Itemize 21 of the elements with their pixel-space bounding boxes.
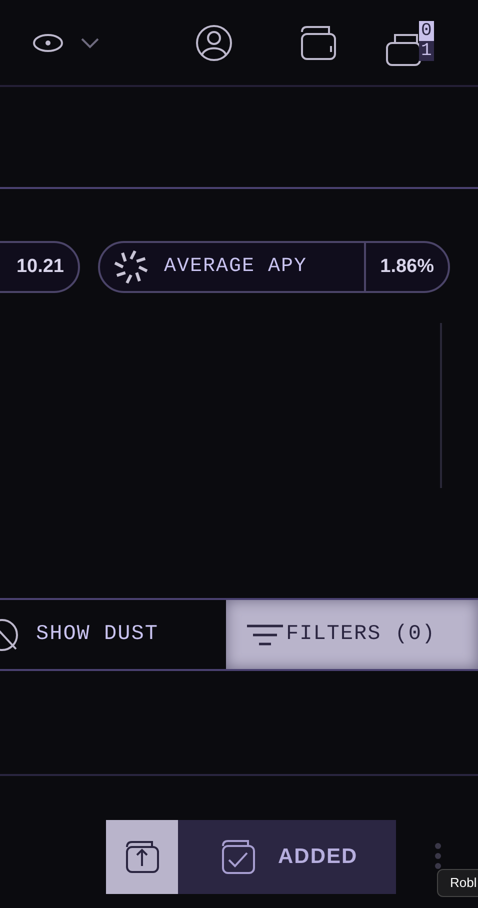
badge-count: 1 (419, 40, 434, 60)
scrollbar[interactable] (440, 323, 442, 488)
filters-button[interactable]: FILTERS (0) (226, 600, 478, 669)
eye-icon (32, 32, 64, 52)
wallet-icon (299, 24, 337, 62)
filter-icon (246, 622, 284, 646)
badge-count: 0 (419, 20, 434, 40)
stat-value: 1.86% (380, 254, 434, 279)
stat-value: 10.21 (16, 254, 64, 279)
profile-button[interactable] (195, 24, 233, 62)
wallet-check-icon (220, 838, 256, 876)
added-button[interactable]: ADDED (178, 820, 396, 894)
wallet-upload-icon (124, 839, 160, 875)
view-menu-button[interactable] (32, 32, 100, 52)
chevron-icon (80, 36, 100, 48)
user-icon (195, 24, 233, 62)
wallet-button[interactable] (299, 24, 337, 62)
stat-label: AVERAGE APY (164, 254, 308, 280)
upload-button[interactable] (106, 820, 178, 894)
tooltip: Robl (437, 869, 478, 897)
sparkle-icon (112, 248, 150, 286)
